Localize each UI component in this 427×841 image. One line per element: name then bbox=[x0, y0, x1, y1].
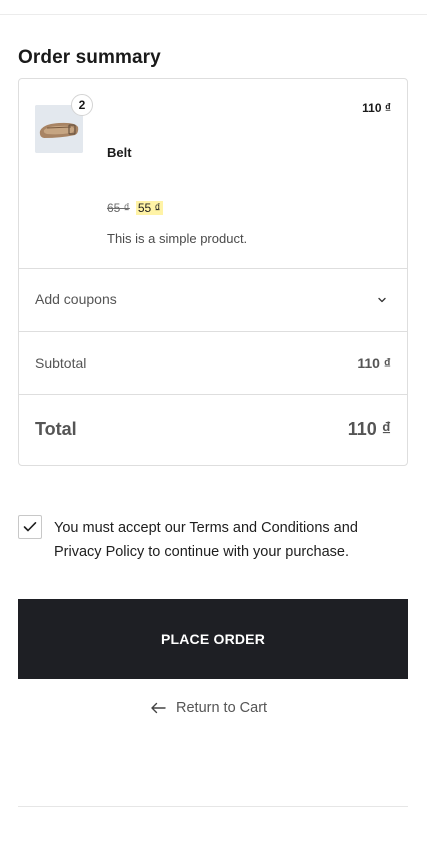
regular-price: 65 ₫ bbox=[107, 201, 130, 215]
add-coupons-toggle[interactable]: Add coupons bbox=[19, 269, 407, 332]
checkmark-icon bbox=[23, 522, 37, 532]
terms-checkbox[interactable] bbox=[18, 515, 42, 539]
arrow-left-icon bbox=[151, 702, 166, 714]
top-divider bbox=[0, 14, 427, 15]
order-summary-panel: 2 110 ₫ Belt 65 ₫ 55 ₫ This is a simple … bbox=[18, 78, 408, 466]
subtotal-label: Subtotal bbox=[35, 355, 87, 371]
terms-text: You must accept our Terms and Conditions… bbox=[54, 520, 358, 560]
quantity-badge: 2 bbox=[71, 94, 93, 116]
subtotal-value: 110 ₫ bbox=[357, 355, 391, 371]
return-to-cart-link[interactable]: Return to Cart bbox=[150, 700, 267, 716]
return-to-cart-label: Return to Cart bbox=[176, 700, 268, 716]
product-price: 65 ₫ 55 ₫ bbox=[107, 201, 163, 215]
product-name: Belt bbox=[107, 145, 132, 160]
sale-price: 55 ₫ bbox=[135, 201, 163, 215]
cart-item: 2 110 ₫ Belt 65 ₫ 55 ₫ This is a simple … bbox=[19, 79, 407, 269]
subtotal-row: Subtotal 110 ₫ bbox=[19, 332, 407, 395]
total-label: Total bbox=[35, 419, 77, 439]
order-summary-title: Order summary bbox=[18, 47, 161, 68]
item-line-total: 110 ₫ bbox=[362, 101, 391, 115]
place-order-button[interactable]: PLACE ORDER bbox=[18, 599, 408, 679]
product-description: This is a simple product. bbox=[107, 231, 248, 246]
total-value: 110 ₫ bbox=[347, 419, 391, 439]
bottom-divider bbox=[18, 806, 408, 807]
add-coupons-label: Add coupons bbox=[35, 291, 117, 307]
chevron-down-icon bbox=[378, 297, 386, 303]
total-row: Total 110 ₫ bbox=[19, 395, 407, 465]
